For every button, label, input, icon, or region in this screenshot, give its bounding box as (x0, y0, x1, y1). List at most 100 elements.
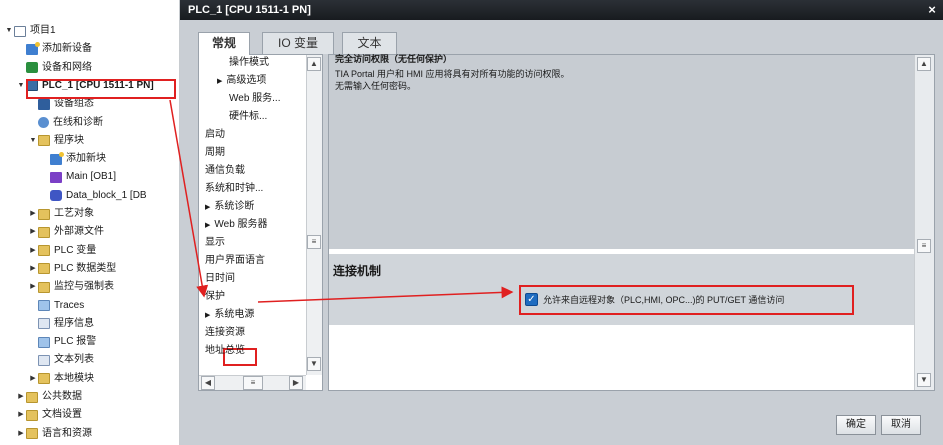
expand-icon[interactable]: ▶ (217, 78, 222, 85)
nav-item[interactable]: 硬件标... (229, 109, 267, 125)
nav-item[interactable]: 保护 (205, 289, 225, 305)
tree-item[interactable]: 文本列表 (28, 351, 94, 369)
tree-item-label: PLC 数据类型 (54, 262, 117, 274)
tree-item[interactable]: ▶ 本地模块 (28, 370, 94, 388)
content-scroll-up-icon[interactable]: ▲ (917, 57, 931, 71)
tree-item-label: 公共数据 (42, 391, 82, 402)
tree-item[interactable]: 添加新块 (40, 150, 106, 168)
tree-item-label: 工艺对象 (54, 208, 94, 219)
tree-item[interactable]: ▶ 监控与强制表 (28, 278, 114, 296)
tree-item-label: 项目1 (30, 25, 56, 36)
scroll-left-icon[interactable]: ◀ (201, 376, 215, 390)
tree-item-label: Traces (54, 299, 85, 311)
tree-item[interactable]: PLC 报警 (28, 333, 96, 351)
tree-item[interactable]: ▼ PLC_1 [CPU 1511-1 PN] (16, 77, 154, 95)
tree-item[interactable]: 在线和诊断 (28, 114, 103, 132)
tree-item[interactable]: Data_block_1 [DB (40, 187, 147, 205)
expand-icon[interactable]: ▶ (28, 205, 38, 223)
nav-item[interactable]: ▶ 系统诊断 (205, 199, 254, 215)
nav-horizontal-scrollbar[interactable]: ◀ ≡ ▶ (199, 375, 306, 390)
properties-content: 完全访问权限（无任何保护） TIA Portal 用户和 HMI 应用将具有对所… (328, 54, 935, 391)
tree-item[interactable]: ▶ 外部源文件 (28, 223, 104, 241)
nav-item-label: 系统诊断 (214, 201, 255, 212)
nav-item[interactable]: ▶ Web 服务器 (205, 217, 268, 233)
expand-icon[interactable]: ▶ (28, 370, 38, 388)
nav-item[interactable]: 用户界面语言 (205, 253, 265, 269)
nav-vertical-scrollbar[interactable]: ▲ ≡ ▼ (306, 55, 322, 375)
access-heading: 完全访问权限（无任何保护） (335, 54, 453, 64)
program-info-icon (38, 318, 50, 330)
nav-item-label: 高级选项 (226, 75, 267, 86)
content-scroll-grip-icon[interactable]: ≡ (917, 239, 931, 253)
tree-item-label: 文本列表 (54, 354, 94, 366)
scroll-hgrip-icon[interactable]: ≡ (243, 376, 263, 390)
nav-item-label: 操作模式 (229, 57, 269, 68)
plc-icon (26, 80, 38, 92)
putget-checkbox[interactable]: ✓ (525, 292, 538, 306)
expand-icon[interactable]: ▶ (28, 278, 38, 296)
collapse-icon[interactable]: ▼ (28, 132, 38, 150)
nav-item[interactable]: Web 服务... (229, 91, 281, 107)
scroll-grip-icon[interactable]: ≡ (307, 235, 321, 249)
nav-item[interactable]: 启动 (205, 127, 225, 143)
tree-item-label: 添加新块 (66, 153, 106, 165)
content-vertical-scrollbar[interactable]: ▲ ≡ ▼ (914, 55, 934, 390)
nav-item[interactable]: ▶ 高级选项 (217, 73, 266, 89)
nav-item[interactable]: 连接资源 (205, 325, 245, 341)
expand-icon[interactable]: ▶ (205, 204, 210, 211)
add-block-icon (50, 151, 64, 165)
access-desc-line-2: 无需输入任何密码。 (335, 81, 417, 91)
nav-item[interactable]: 显示 (205, 235, 225, 251)
tab-texts[interactable]: 文本 (342, 32, 397, 54)
tree-item-label: 监控与强制表 (54, 281, 114, 293)
tree-item-label: 程序块 (54, 134, 84, 146)
expand-icon[interactable]: ▶ (16, 388, 26, 406)
tree-item[interactable]: Main [OB1] (40, 168, 116, 186)
tree-item[interactable]: Traces (28, 297, 84, 315)
tab-io-tags[interactable]: IO 变量 (262, 32, 334, 54)
expand-icon[interactable]: ▶ (28, 242, 38, 260)
tree-item[interactable]: ▼ 程序块 (28, 132, 84, 150)
expand-icon[interactable]: ▶ (16, 425, 26, 443)
tree-item[interactable]: ▶ 语言和资源 (16, 425, 92, 443)
close-icon[interactable]: × (925, 0, 939, 20)
nav-item[interactable]: 周期 (205, 145, 225, 161)
tree-item[interactable]: 设备和网络 (16, 59, 92, 77)
tab-general[interactable]: 常规 (198, 32, 250, 55)
tree-item[interactable]: ▶ PLC 变量 (28, 242, 96, 260)
tree-item[interactable]: ▶ 文档设置 (16, 406, 82, 424)
nav-item-label: 启动 (205, 129, 225, 140)
scroll-up-icon[interactable]: ▲ (307, 57, 321, 71)
network-icon (26, 62, 38, 74)
ok-button[interactable]: 确定 (836, 415, 876, 435)
tree-item[interactable]: ▶ 工艺对象 (28, 205, 94, 223)
content-scroll-down-icon[interactable]: ▼ (917, 373, 931, 387)
nav-item[interactable]: 通信负载 (205, 163, 245, 179)
nav-item[interactable]: ▶ 系统电源 (205, 307, 254, 323)
tree-item[interactable]: 程序信息 (28, 315, 94, 333)
tree-item-label: PLC 报警 (54, 336, 97, 348)
putget-option[interactable]: ✓ 允许来自远程对象（PLC,HMI, OPC...)的 PUT/GET 通信访… (525, 290, 784, 308)
scroll-right-icon[interactable]: ▶ (289, 376, 303, 390)
collapse-icon[interactable]: ▼ (16, 77, 26, 95)
tree-item[interactable]: 设备组态 (28, 95, 94, 113)
tree-item-label: 添加新设备 (42, 43, 92, 55)
tree-item[interactable]: 添加新设备 (16, 40, 92, 58)
tree-item[interactable]: ▼ 项目1 (4, 22, 56, 40)
expand-icon[interactable]: ▶ (205, 222, 210, 229)
project-tree: ▼ 项目1 添加新设备设备和网络 ▼ PLC_1 [CPU 1511-1 PN] 设备组态… (0, 0, 180, 445)
collapse-icon[interactable]: ▼ (4, 22, 14, 40)
expand-icon[interactable]: ▶ (16, 406, 26, 424)
scroll-down-icon[interactable]: ▼ (307, 357, 321, 371)
nav-item-label: 系统电源 (214, 309, 255, 320)
cancel-button[interactable]: 取消 (881, 415, 921, 435)
tree-item[interactable]: ▶ PLC 数据类型 (28, 260, 116, 278)
expand-icon[interactable]: ▶ (205, 312, 210, 319)
nav-item[interactable]: 系统和时钟... (205, 181, 263, 197)
tree-item[interactable]: ▶ 公共数据 (16, 388, 82, 406)
expand-icon[interactable]: ▶ (28, 260, 38, 278)
nav-item[interactable]: 日时间 (205, 271, 235, 287)
nav-item[interactable]: 地址总览 (205, 343, 245, 359)
expand-icon[interactable]: ▶ (28, 223, 38, 241)
nav-item[interactable]: 操作模式 (229, 55, 269, 71)
